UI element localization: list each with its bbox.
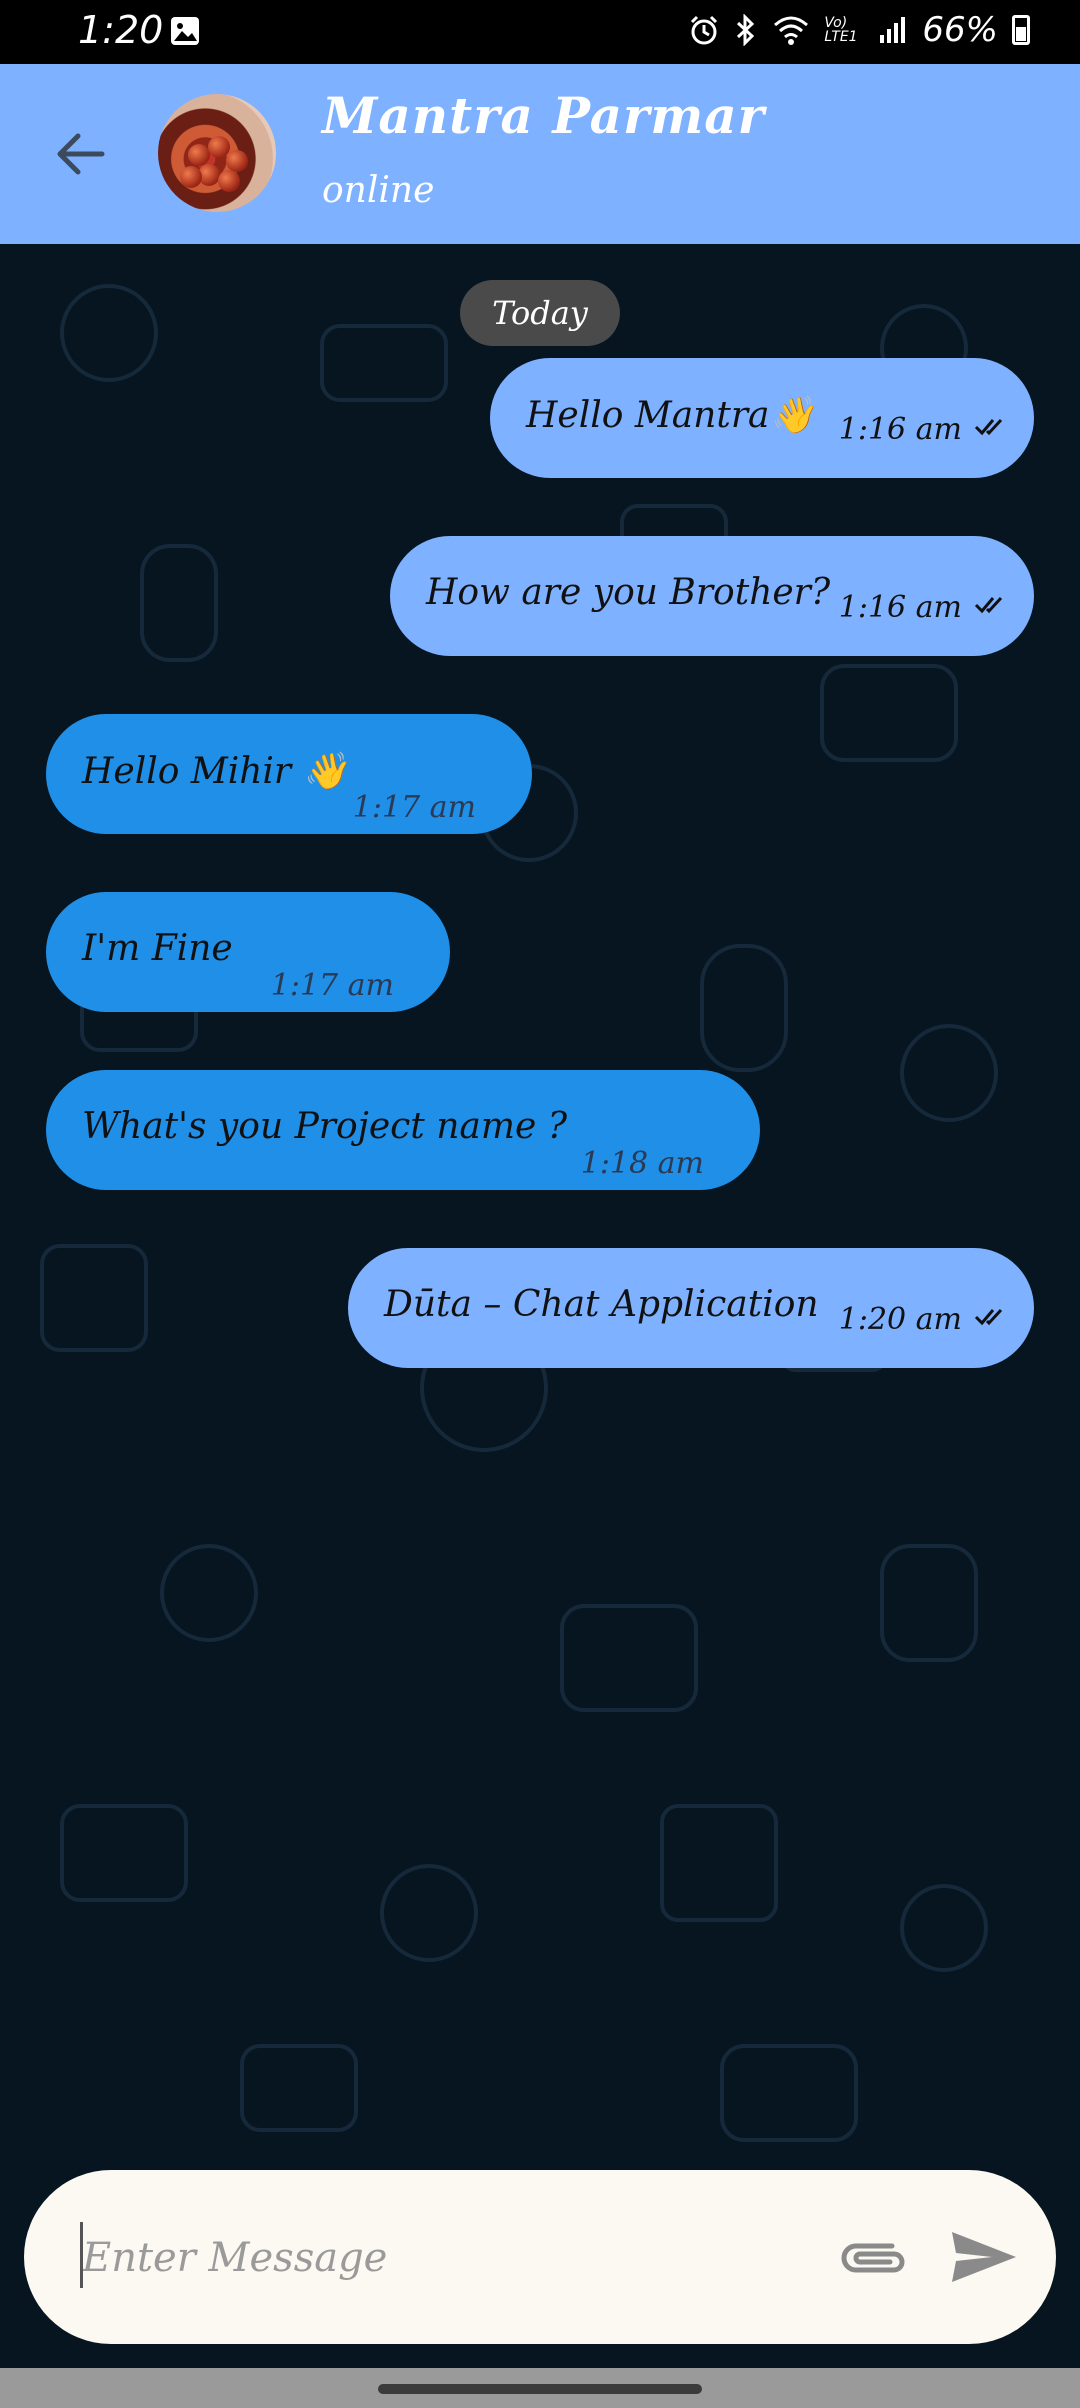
back-button[interactable] — [40, 124, 120, 184]
message-bubble-received[interactable]: What's you Project name ? 1:18 am — [46, 1070, 760, 1190]
message-time: 1:17 am — [352, 790, 476, 825]
status-bar: 1:20 Vo) LTE1 66% — [0, 0, 1080, 64]
battery-percent: 66% — [922, 10, 998, 50]
status-time: 1:20 — [78, 8, 164, 52]
message-composer — [24, 2170, 1056, 2344]
message-time: 1:18 am — [580, 1146, 704, 1181]
status-icons: Vo) LTE1 66% — [688, 10, 1030, 50]
home-gesture-handle[interactable] — [378, 2384, 702, 2394]
arrow-left-icon — [57, 133, 105, 175]
double-check-icon — [974, 418, 1003, 436]
message-bubble-sent[interactable]: How are you Brother? 1:16 am — [390, 536, 1034, 656]
avatar[interactable] — [158, 94, 276, 212]
message-bubble-sent[interactable]: Dūta – Chat Application 1:20 am — [348, 1248, 1034, 1368]
network-type: Vo) LTE1 — [824, 15, 858, 45]
message-bubble-received[interactable]: Hello Mihir 👋 1:17 am — [46, 714, 532, 834]
gallery-icon — [171, 17, 199, 45]
message-time: 1:16 am — [838, 412, 962, 447]
contact-status: online — [322, 170, 435, 211]
battery-icon — [1012, 15, 1030, 45]
chat-header: Mantra Parmar online — [0, 64, 1080, 244]
double-check-icon — [974, 1308, 1003, 1326]
message-time: 1:20 am — [838, 1302, 962, 1337]
paperclip-icon — [841, 2243, 905, 2273]
send-icon — [952, 2232, 1016, 2282]
navigation-bar — [0, 2368, 1080, 2408]
message-time: 1:16 am — [838, 590, 962, 625]
double-check-icon — [974, 596, 1003, 614]
message-text: Dūta – Chat Application — [384, 1284, 819, 1325]
message-text: Hello Mihir 👋 — [82, 751, 348, 792]
message-text: Hello Mantra👋 — [526, 395, 815, 436]
contact-name[interactable]: Mantra Parmar — [322, 86, 765, 145]
message-input[interactable] — [80, 2216, 804, 2300]
wifi-icon — [774, 16, 809, 45]
message-text: How are you Brother? — [426, 572, 831, 613]
message-text: What's you Project name ? — [82, 1106, 568, 1147]
message-time: 1:17 am — [270, 968, 394, 1003]
alarm-icon — [691, 15, 718, 45]
message-bubble-received[interactable]: I'm Fine 1:17 am — [46, 892, 450, 1012]
attach-button[interactable] — [832, 2220, 912, 2294]
message-bubble-sent[interactable]: Hello Mantra👋 1:16 am — [490, 358, 1034, 478]
date-chip: Today — [460, 280, 620, 346]
signal-icon — [880, 17, 906, 43]
send-button[interactable] — [934, 2214, 1030, 2300]
bluetooth-icon — [737, 14, 755, 46]
message-text: I'm Fine — [82, 928, 233, 969]
text-cursor — [80, 2222, 83, 2288]
